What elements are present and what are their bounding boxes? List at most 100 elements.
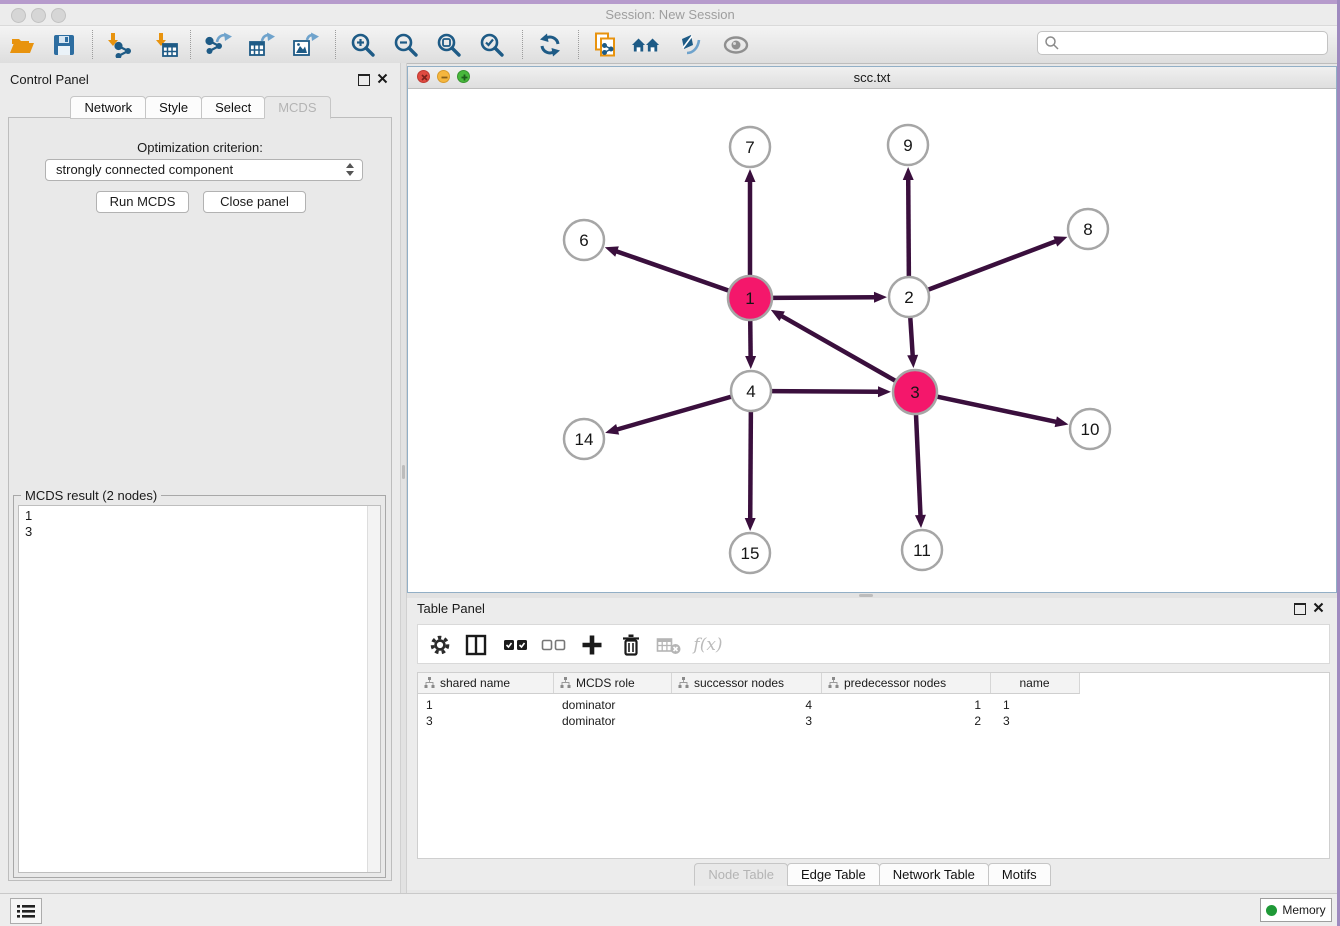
edge-4-3[interactable] xyxy=(770,391,880,392)
main-toolbar xyxy=(0,26,1340,64)
criterion-dropdown[interactable]: strongly connected component xyxy=(45,159,363,181)
import-table-icon[interactable] xyxy=(152,31,180,59)
node-10[interactable]: 10 xyxy=(1070,409,1110,449)
tab-style[interactable]: Style xyxy=(145,96,202,119)
edge-2-3[interactable] xyxy=(910,316,913,357)
zoom-selected-icon[interactable] xyxy=(478,31,506,59)
cell-predecessor-nodes[interactable]: 1 xyxy=(822,697,991,713)
node-11[interactable]: 11 xyxy=(902,530,942,570)
tab-network[interactable]: Network xyxy=(70,96,146,119)
node-6[interactable]: 6 xyxy=(564,220,604,260)
memory-label: Memory xyxy=(1282,903,1325,917)
node-3[interactable]: 3 xyxy=(893,370,937,414)
node-1[interactable]: 1 xyxy=(728,276,772,320)
open-session-icon[interactable] xyxy=(8,31,36,59)
cell-predecessor-nodes[interactable]: 2 xyxy=(822,713,991,729)
vertical-splitter[interactable] xyxy=(400,63,407,893)
edge-2-8[interactable] xyxy=(927,241,1057,291)
window-title: Session: New Session xyxy=(0,4,1340,25)
cell-name[interactable]: 1 xyxy=(991,697,1078,713)
arrowhead-2-9 xyxy=(903,167,914,180)
edge-4-15[interactable] xyxy=(750,410,751,520)
column-header-successor-nodes[interactable]: successor nodes xyxy=(672,673,822,693)
cell-mcds-role[interactable]: dominator xyxy=(554,697,672,713)
save-session-icon[interactable] xyxy=(50,31,78,59)
mcds-result-area[interactable]: 1 3 xyxy=(18,505,381,873)
node-15[interactable]: 15 xyxy=(730,533,770,573)
column-header-predecessor-nodes[interactable]: predecessor nodes xyxy=(822,673,991,693)
show-panels-button[interactable] xyxy=(10,898,42,924)
edge-3-10[interactable] xyxy=(936,396,1058,422)
export-image-icon[interactable] xyxy=(292,31,320,59)
export-network-icon[interactable] xyxy=(205,31,233,59)
memory-button[interactable]: Memory xyxy=(1260,898,1332,922)
delete-column-icon[interactable] xyxy=(617,631,645,659)
refresh-icon[interactable] xyxy=(536,31,564,59)
float-panel-icon[interactable] xyxy=(358,74,370,86)
network-window-titlebar[interactable]: scc.txt xyxy=(408,67,1336,89)
tab-mcds[interactable]: MCDS xyxy=(264,96,330,119)
edge-3-11[interactable] xyxy=(916,413,921,517)
edge-3-1[interactable] xyxy=(780,315,896,381)
float-panel-icon[interactable] xyxy=(1294,603,1306,615)
tab-select[interactable]: Select xyxy=(201,96,265,119)
tab-node-table[interactable]: Node Table xyxy=(694,863,788,886)
birds-eye-view-icon[interactable] xyxy=(722,31,750,59)
close-panel-button[interactable]: Close panel xyxy=(203,191,306,213)
node-9[interactable]: 9 xyxy=(888,125,928,165)
edge-4-14[interactable] xyxy=(616,396,733,430)
clone-network-icon[interactable] xyxy=(591,31,619,59)
zoom-fit-icon[interactable] xyxy=(435,31,463,59)
column-header-mcds-role[interactable]: MCDS role xyxy=(554,673,672,693)
svg-text:8: 8 xyxy=(1083,220,1092,239)
node-2[interactable]: 2 xyxy=(889,277,929,317)
splitter-handle[interactable] xyxy=(402,465,405,479)
node-4[interactable]: 4 xyxy=(731,371,771,411)
tab-edge-table[interactable]: Edge Table xyxy=(787,863,880,886)
tab-network-table[interactable]: Network Table xyxy=(879,863,989,886)
arrowhead-1-6 xyxy=(605,246,619,256)
create-column-icon[interactable] xyxy=(578,631,606,659)
table-settings-icon[interactable] xyxy=(426,631,454,659)
node-14[interactable]: 14 xyxy=(564,419,604,459)
svg-text:6: 6 xyxy=(579,231,588,250)
column-header-name[interactable]: name xyxy=(991,673,1078,693)
show-columns-icon[interactable] xyxy=(462,631,490,659)
export-table-icon[interactable] xyxy=(248,31,276,59)
cell-name[interactable]: 3 xyxy=(991,713,1078,729)
svg-text:4: 4 xyxy=(746,382,755,401)
arrowhead-1-2 xyxy=(874,292,887,303)
column-header-shared-name[interactable]: shared name xyxy=(418,673,554,693)
cell-successor-nodes[interactable]: 3 xyxy=(672,713,822,729)
graphics-details-icon[interactable] xyxy=(677,31,705,59)
run-mcds-button[interactable]: Run MCDS xyxy=(96,191,189,213)
homes-icon[interactable] xyxy=(632,31,660,59)
close-panel-icon[interactable] xyxy=(1313,602,1324,613)
cell-shared-name[interactable]: 1 xyxy=(418,697,554,713)
network-canvas[interactable]: 1 2 3 4 6 7 8 9 10 11 14 15 xyxy=(408,88,1336,592)
node-7[interactable]: 7 xyxy=(730,127,770,167)
table-row[interactable]: 1dominator411 xyxy=(418,697,1329,713)
toolbar-separator xyxy=(335,30,336,59)
tab-motifs[interactable]: Motifs xyxy=(988,863,1051,886)
import-network-icon[interactable] xyxy=(104,31,132,59)
select-all-icon[interactable] xyxy=(502,631,530,659)
cell-successor-nodes[interactable]: 4 xyxy=(672,697,822,713)
node-8[interactable]: 8 xyxy=(1068,209,1108,249)
arrowhead-2-3 xyxy=(907,355,918,368)
edge-1-6[interactable] xyxy=(615,251,730,291)
search-input[interactable] xyxy=(1060,35,1327,52)
zoom-out-icon[interactable] xyxy=(392,31,420,59)
close-panel-icon[interactable] xyxy=(377,73,388,84)
table-row[interactable]: 3dominator323 xyxy=(418,713,1329,729)
splitter-handle[interactable] xyxy=(859,594,873,597)
edge-2-9[interactable] xyxy=(908,178,909,278)
arrowhead-3-11 xyxy=(915,515,926,528)
deselect-all-icon[interactable] xyxy=(540,631,568,659)
cell-shared-name[interactable]: 3 xyxy=(418,713,554,729)
edge-1-2[interactable] xyxy=(771,297,876,298)
result-scrollbar[interactable] xyxy=(367,506,380,872)
search-box xyxy=(1037,31,1328,55)
zoom-in-icon[interactable] xyxy=(349,31,377,59)
cell-mcds-role[interactable]: dominator xyxy=(554,713,672,729)
